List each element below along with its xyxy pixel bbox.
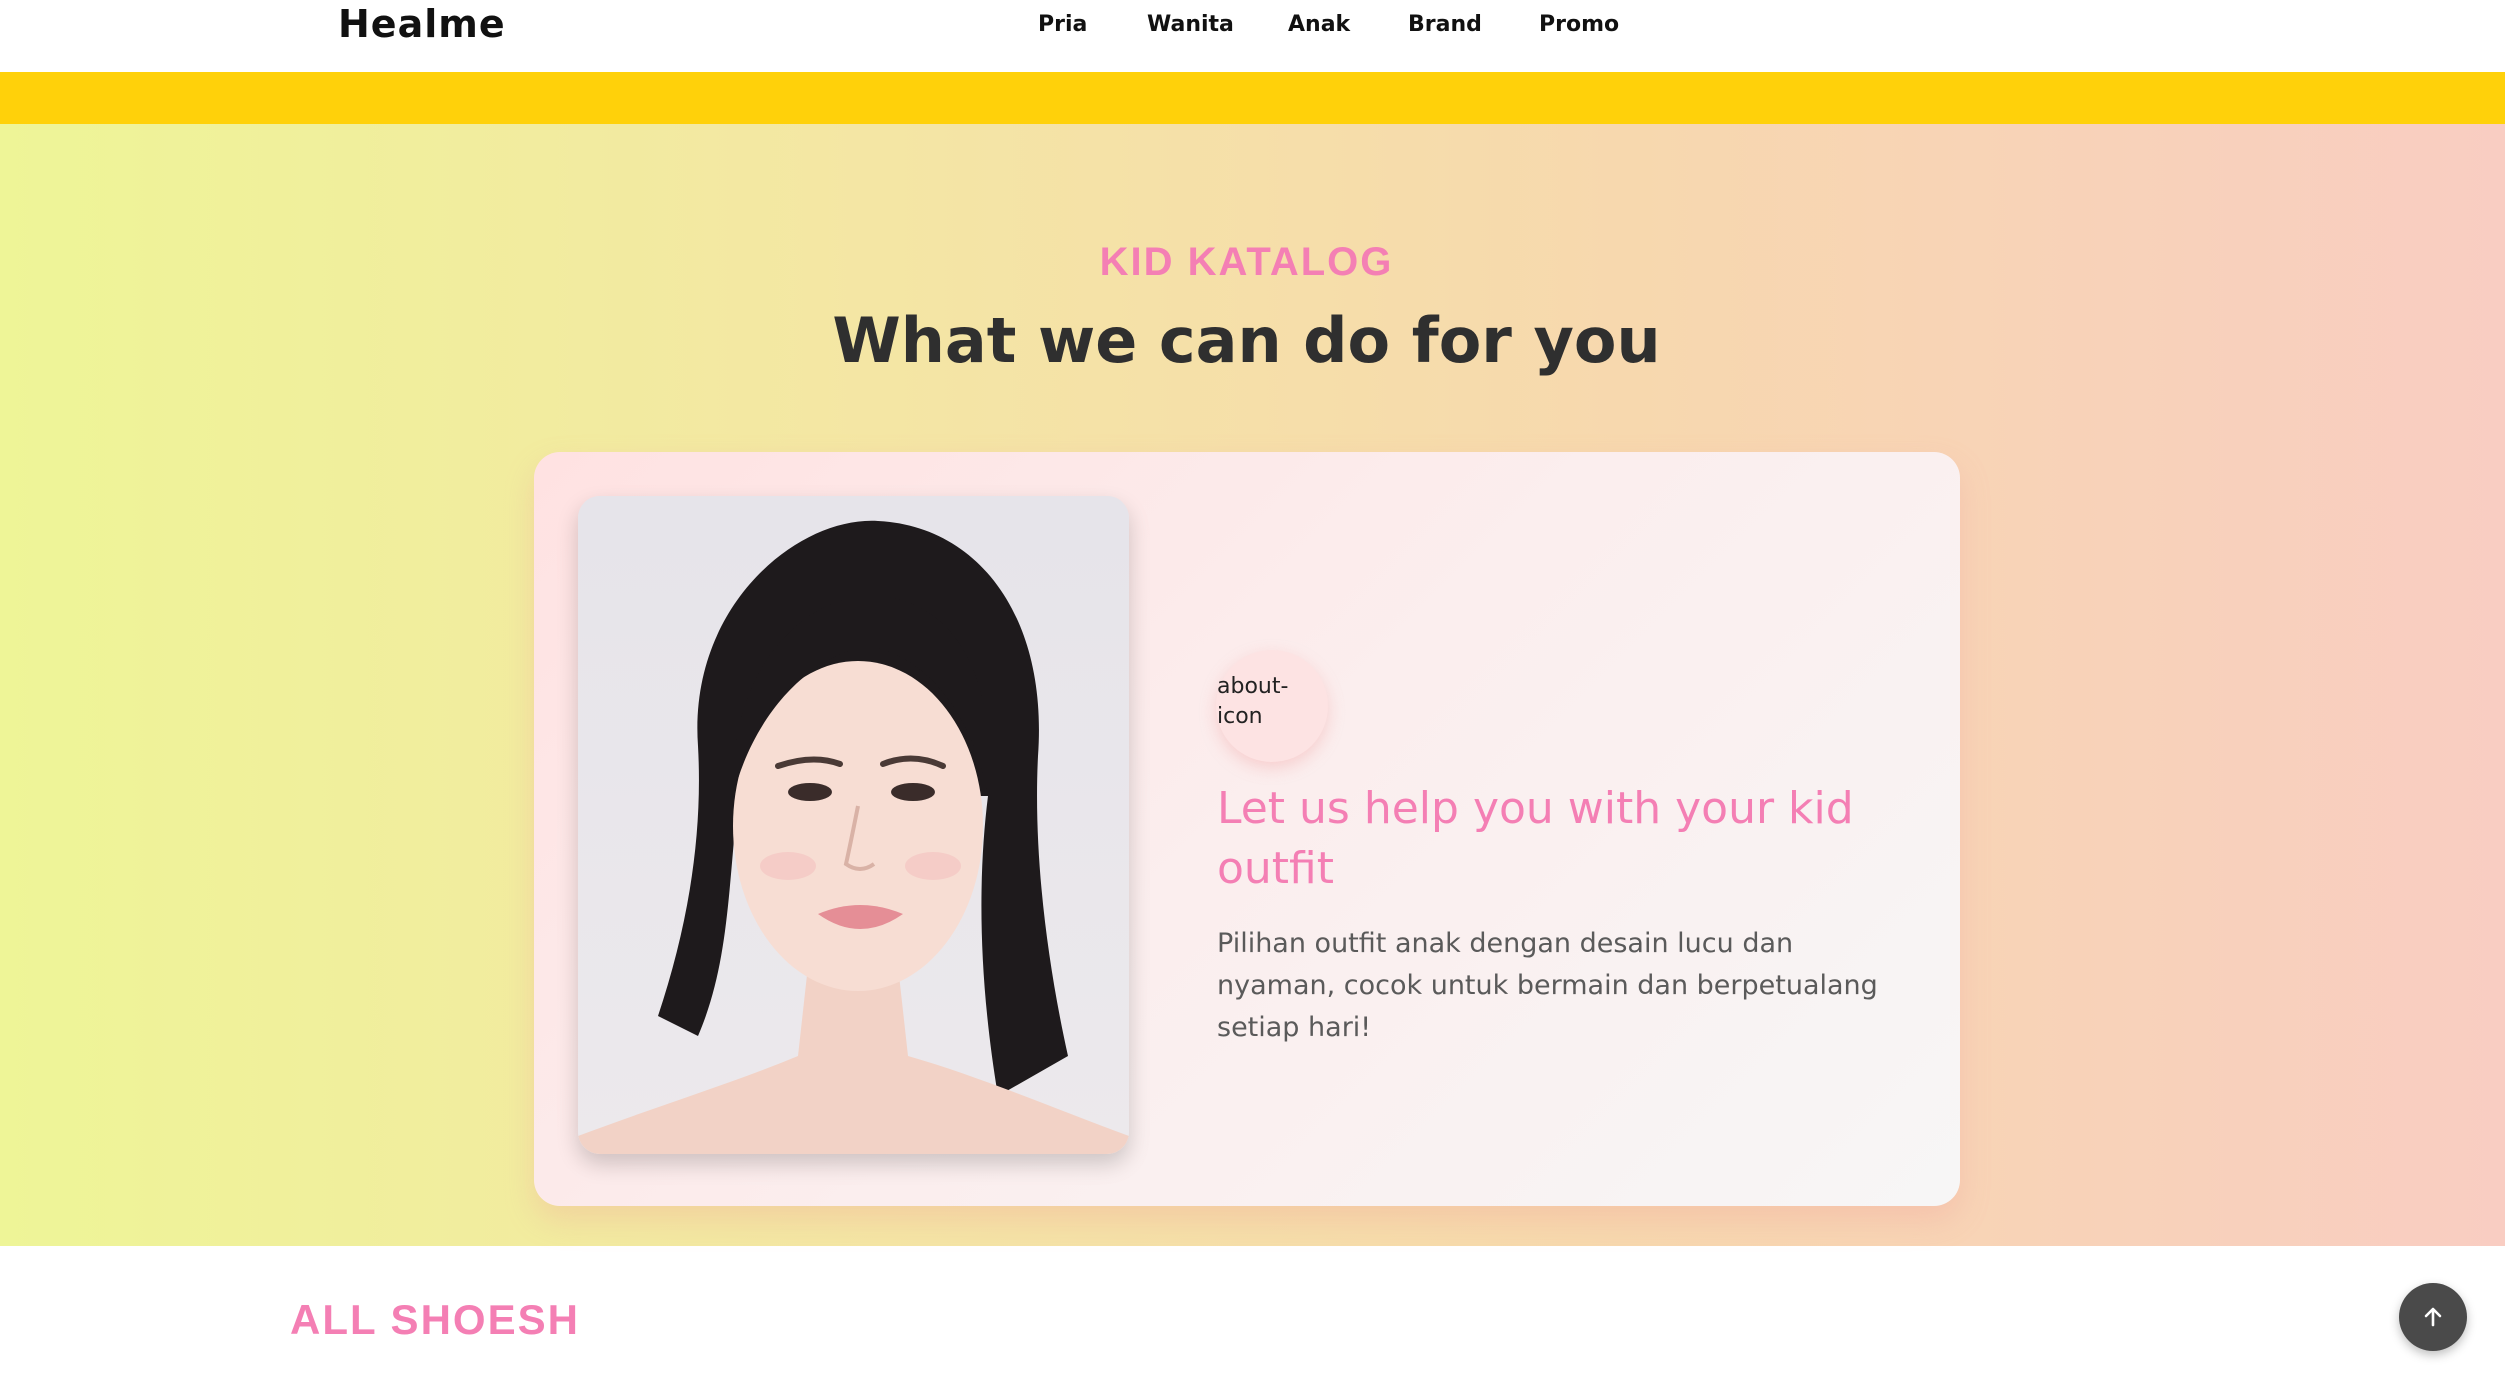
nav-link-anak[interactable]: Anak [1288, 12, 1350, 37]
about-card: about-icon Let us help you with your kid… [534, 452, 1960, 1206]
scroll-to-top-button[interactable] [2399, 1283, 2467, 1351]
promo-strip [0, 72, 2505, 124]
arrow-up-icon [2424, 1307, 2442, 1327]
nav-link-brand[interactable]: Brand [1408, 12, 1482, 37]
nav-link-promo[interactable]: Promo [1539, 12, 1619, 37]
card-description: Pilihan outfit anak dengan desain lucu d… [1217, 928, 1878, 1043]
card-heading: Let us help you with your kid outfit [1217, 783, 1854, 894]
products-section-title: ALL SHOESH [290, 1296, 580, 1343]
about-icon: about-icon [1217, 674, 1289, 729]
section-eyebrow: KID KATALOG [1099, 240, 1394, 284]
brand-logo[interactable]: Healme [338, 2, 506, 46]
hero-section: KID KATALOG What we can do for you about… [0, 124, 2505, 1246]
model-photo [578, 496, 1129, 1154]
hero-title: What we can do for you [832, 304, 1661, 377]
top-navbar: Healme Pria Wanita Anak Brand Promo [0, 0, 2505, 72]
nav-link-pria[interactable]: Pria [1038, 12, 1087, 37]
nav-link-wanita[interactable]: Wanita [1147, 12, 1234, 37]
